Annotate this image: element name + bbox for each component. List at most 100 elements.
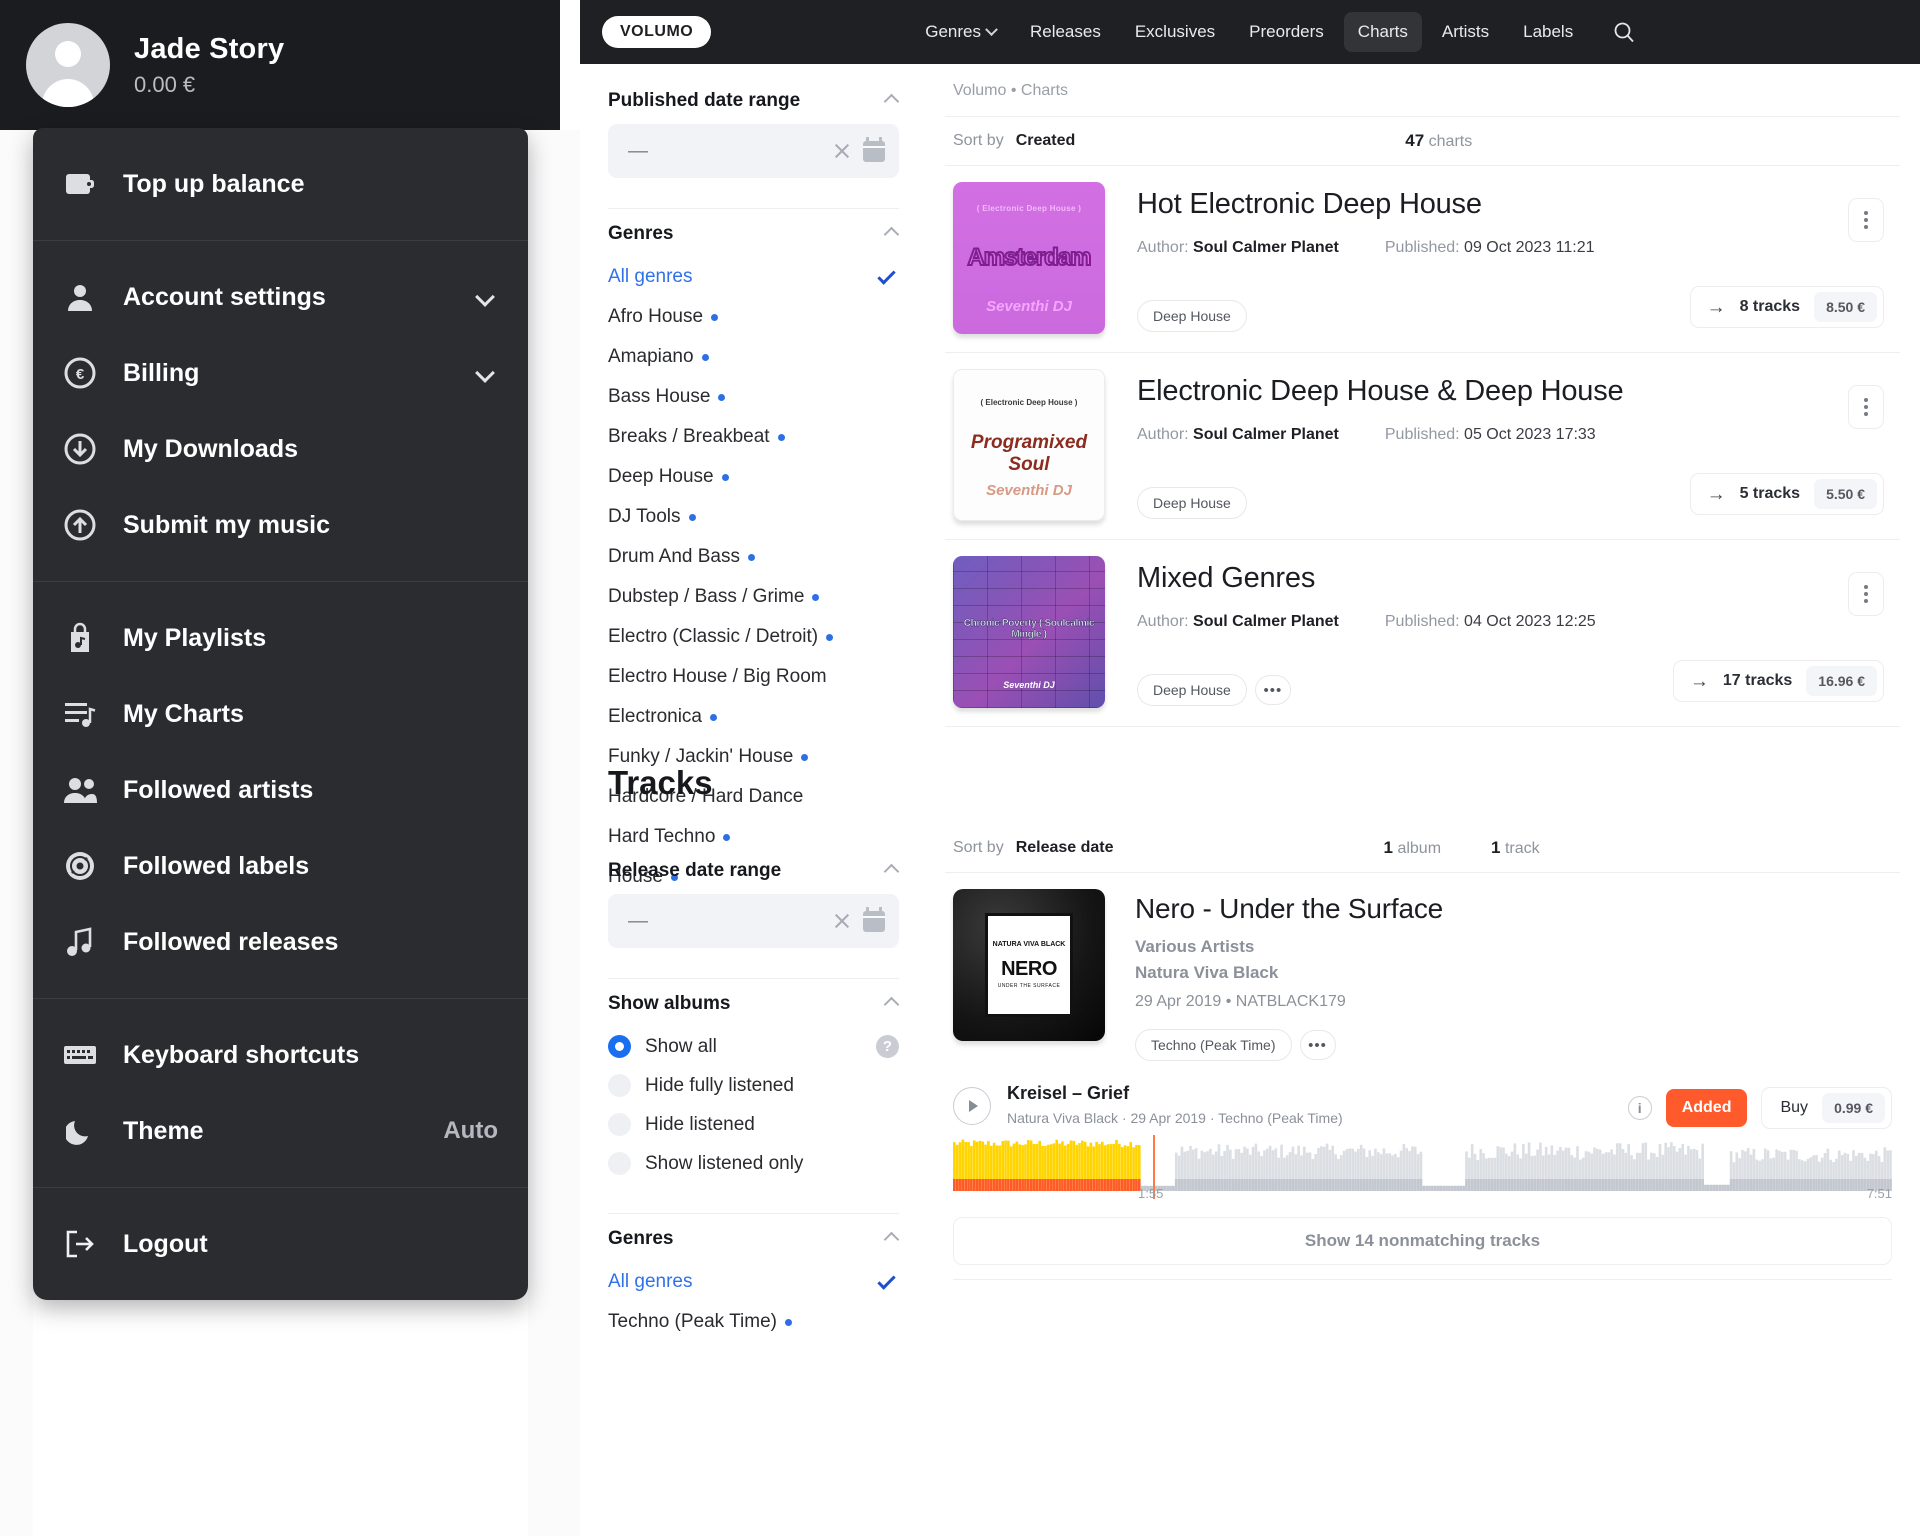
genre-tag[interactable]: Deep House	[1137, 674, 1247, 706]
chart-options-menu-button[interactable]	[1848, 572, 1884, 616]
nav-item-charts[interactable]: Charts	[1343, 12, 1422, 52]
menu-item-billing[interactable]: € Billing	[33, 335, 528, 411]
radio-show-listened-only[interactable]: Show listened only	[608, 1144, 899, 1183]
radio-show-all[interactable]: Show all ?	[608, 1027, 899, 1066]
avatar[interactable]	[26, 23, 110, 107]
show-nonmatching-tracks-button[interactable]: Show 14 nonmatching tracks	[953, 1217, 1892, 1265]
genre-tag[interactable]: Deep House	[1137, 487, 1247, 519]
menu-item-theme[interactable]: Theme Auto	[33, 1093, 528, 1169]
chart-artwork[interactable]: ( Electronic Deep House ) Amsterdam Seve…	[953, 182, 1105, 334]
menu-item-keyboard-shortcuts[interactable]: Keyboard shortcuts	[33, 1017, 528, 1093]
chevron-down-icon[interactable]	[475, 363, 495, 383]
genre-item-all[interactable]: All genres	[608, 257, 899, 297]
release-artist[interactable]: Various Artists	[1135, 937, 1892, 957]
waveform[interactable]: 1:55 . 7:51	[953, 1135, 1892, 1201]
genre-tag[interactable]: Deep House	[1137, 300, 1247, 332]
track-title[interactable]: Kreisel – Grief	[1007, 1083, 1628, 1104]
nav-item-releases[interactable]: Releases	[1016, 12, 1115, 52]
radio-hide-listened[interactable]: Hide listened	[608, 1105, 899, 1144]
calendar-icon[interactable]	[863, 906, 885, 932]
chart-row[interactable]: Chronic Poverty ( Soulcalmic Mingle ) Se…	[945, 540, 1900, 727]
chart-artwork[interactable]: ( Electronic Deep House ) Programixed So…	[953, 369, 1105, 521]
menu-item-my-playlists[interactable]: My Playlists	[33, 600, 528, 676]
help-icon[interactable]: ?	[876, 1035, 899, 1058]
author-name[interactable]: Soul Calmer Planet	[1193, 426, 1339, 443]
release-date-range-input[interactable]: —	[608, 894, 899, 948]
chart-row[interactable]: ( Electronic Deep House ) Programixed So…	[945, 353, 1900, 540]
menu-item-account-settings[interactable]: Account settings	[33, 259, 528, 335]
chevron-up-icon[interactable]	[883, 1231, 900, 1247]
chart-tracks-button[interactable]: → 17 tracks 16.96 €	[1672, 660, 1884, 702]
sort-by-value[interactable]: Release date	[1016, 839, 1114, 857]
chart-title[interactable]: Mixed Genres	[1137, 562, 1892, 595]
genre-item[interactable]: DJ Tools	[608, 497, 899, 537]
genre-item[interactable]: Electronica	[608, 697, 899, 737]
chart-options-menu-button[interactable]	[1848, 198, 1884, 242]
author-name[interactable]: Soul Calmer Planet	[1193, 239, 1339, 256]
volumo-logo[interactable]: VOLUMO	[602, 16, 712, 48]
chevron-up-icon[interactable]	[883, 93, 900, 109]
genre-item[interactable]: Drum And Bass	[608, 537, 899, 577]
genre-item-techno-peak-time[interactable]: Techno (Peak Time)	[608, 1302, 899, 1342]
waveform-canvas[interactable]	[953, 1135, 1892, 1191]
nav-item-exclusives[interactable]: Exclusives	[1121, 12, 1229, 52]
genre-item-all[interactable]: All genres	[608, 1262, 899, 1302]
filter-header[interactable]: Release date range	[608, 852, 900, 894]
filter-header[interactable]: Genres	[608, 215, 900, 257]
more-tags-icon[interactable]: •••	[1299, 1030, 1336, 1060]
chart-artwork[interactable]: Chronic Poverty ( Soulcalmic Mingle ) Se…	[953, 556, 1105, 708]
menu-item-my-charts[interactable]: My Charts	[33, 676, 528, 752]
chart-title[interactable]: Hot Electronic Deep House	[1137, 188, 1892, 221]
info-icon[interactable]: i	[1627, 1096, 1652, 1120]
close-icon[interactable]	[831, 140, 853, 162]
chevron-up-icon[interactable]	[883, 863, 900, 879]
buy-button[interactable]: Buy 0.99 €	[1761, 1087, 1892, 1129]
release-label[interactable]: Natura Viva Black	[1135, 963, 1892, 983]
release-title[interactable]: Nero - Under the Surface	[1135, 893, 1892, 925]
release-artwork[interactable]: NATURA VIVA BLACK NERO UNDER THE SURFACE	[953, 889, 1105, 1041]
calendar-icon[interactable]	[863, 136, 885, 162]
more-tags-icon[interactable]: •••	[1254, 675, 1291, 705]
genre-item[interactable]: Deep House	[608, 457, 899, 497]
filter-header[interactable]: Show albums	[608, 985, 900, 1027]
published-date-range-input[interactable]: —	[608, 124, 899, 178]
filter-header[interactable]: Genres	[608, 1220, 900, 1262]
radio-button[interactable]	[608, 1074, 631, 1097]
sort-by-value[interactable]: Created	[1016, 132, 1076, 150]
play-icon[interactable]	[953, 1087, 991, 1125]
added-badge[interactable]: Added	[1665, 1089, 1748, 1127]
menu-item-followed-releases[interactable]: Followed releases	[33, 904, 528, 980]
nav-item-labels[interactable]: Labels	[1509, 12, 1587, 52]
menu-item-submit-my-music[interactable]: Submit my music	[33, 487, 528, 563]
close-icon[interactable]	[831, 910, 853, 932]
search-icon[interactable]	[1607, 15, 1641, 49]
radio-button[interactable]	[608, 1152, 631, 1175]
genre-item[interactable]: Breaks / Breakbeat	[608, 417, 899, 457]
author-name[interactable]: Soul Calmer Planet	[1193, 613, 1339, 630]
chart-options-menu-button[interactable]	[1848, 385, 1884, 429]
radio-hide-fully-listened[interactable]: Hide fully listened	[608, 1066, 899, 1105]
chevron-up-icon[interactable]	[883, 996, 900, 1012]
release-row[interactable]: NATURA VIVA BLACK NERO UNDER THE SURFACE…	[945, 873, 1900, 1075]
chart-row[interactable]: ( Electronic Deep House ) Amsterdam Seve…	[945, 166, 1900, 353]
menu-item-top-up-balance[interactable]: Top up balance	[33, 146, 528, 222]
genre-item[interactable]: Electro House / Big Room	[608, 657, 899, 697]
menu-item-followed-artists[interactable]: Followed artists	[33, 752, 528, 828]
menu-item-followed-labels[interactable]: Followed labels	[33, 828, 528, 904]
nav-item-artists[interactable]: Artists	[1428, 12, 1503, 52]
genre-item[interactable]: Dubstep / Bass / Grime	[608, 577, 899, 617]
genre-item[interactable]: Bass House	[608, 377, 899, 417]
menu-item-my-downloads[interactable]: My Downloads	[33, 411, 528, 487]
chevron-down-icon[interactable]	[475, 287, 495, 307]
radio-button[interactable]	[608, 1113, 631, 1136]
filter-header[interactable]: Published date range	[608, 82, 900, 124]
chart-title[interactable]: Electronic Deep House & Deep House	[1137, 375, 1892, 408]
radio-button[interactable]	[608, 1035, 631, 1058]
genre-item[interactable]: Afro House	[608, 297, 899, 337]
breadcrumb-root[interactable]: Volumo	[953, 82, 1006, 99]
nav-item-preorders[interactable]: Preorders	[1235, 12, 1338, 52]
chart-tracks-button[interactable]: → 5 tracks 5.50 €	[1689, 473, 1884, 515]
genre-item[interactable]: Amapiano	[608, 337, 899, 377]
genre-item[interactable]: Electro (Classic / Detroit)	[608, 617, 899, 657]
genre-tag[interactable]: Techno (Peak Time)	[1135, 1029, 1292, 1061]
